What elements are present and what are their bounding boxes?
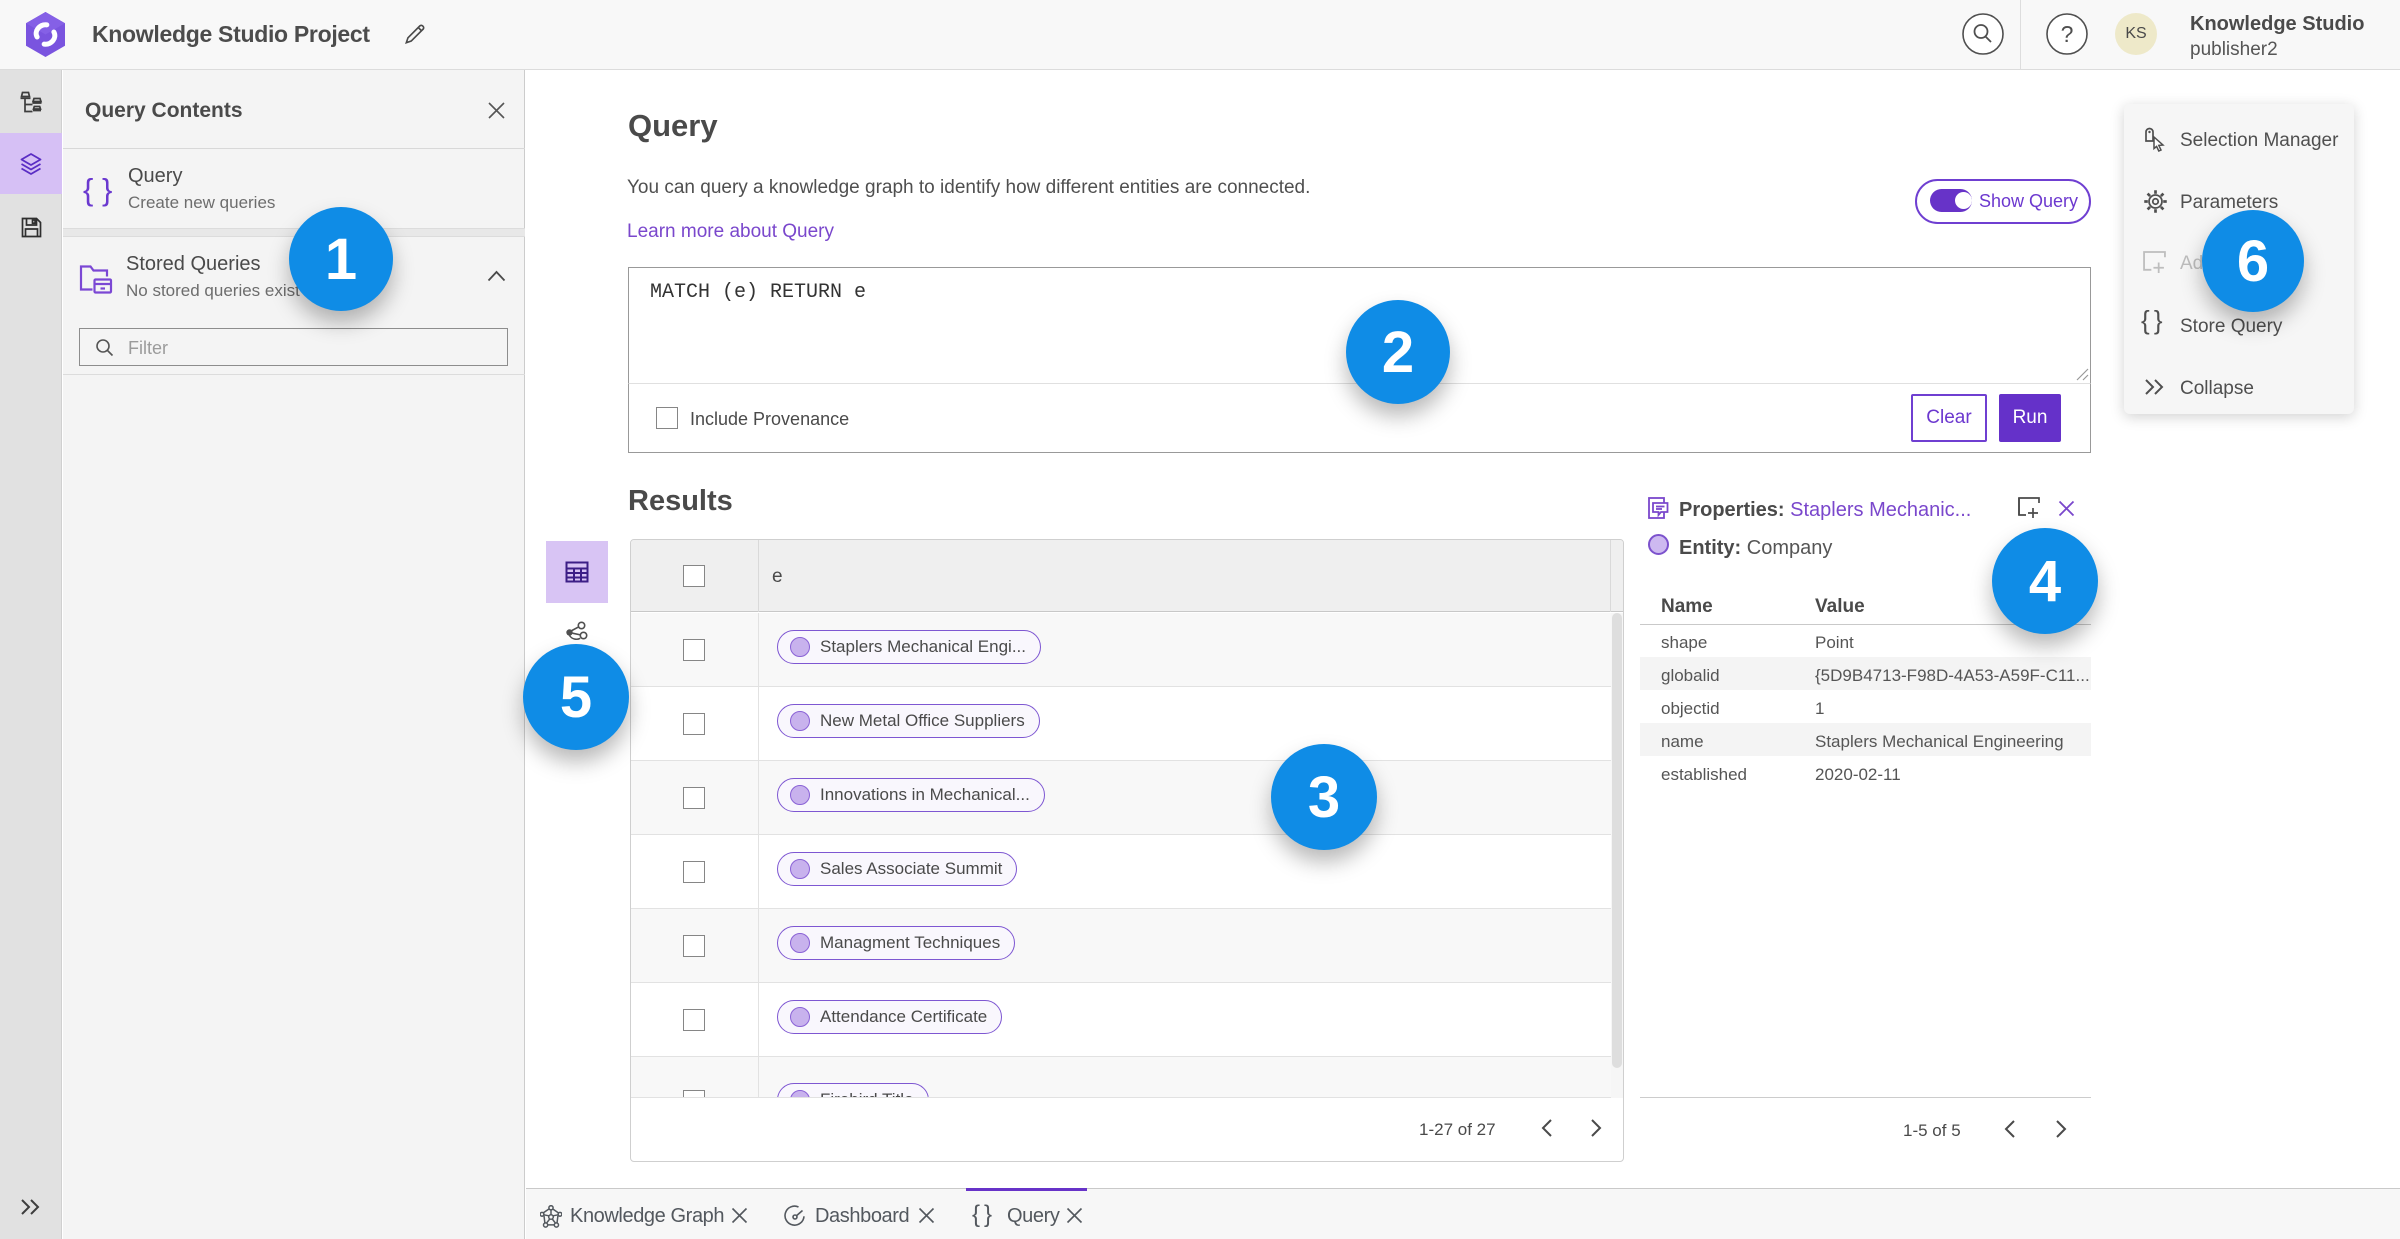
svg-text:?: ? (2061, 21, 2074, 47)
